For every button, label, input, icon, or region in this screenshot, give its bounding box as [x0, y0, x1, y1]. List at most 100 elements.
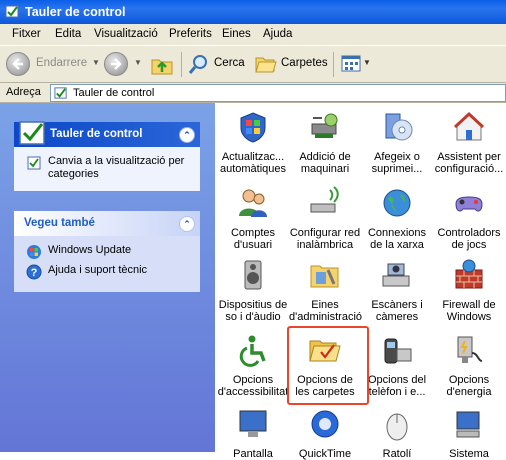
search-icon: [188, 53, 210, 75]
wireless-network-setup-item[interactable]: Configurar red inalàmbrica: [289, 186, 361, 252]
user-accounts-icon: [236, 186, 270, 220]
forward-button[interactable]: [104, 46, 134, 83]
add-remove-programs-item[interactable]: Afegeix o suprimei...: [361, 110, 433, 176]
accessibility-options-item[interactable]: Opcions d'accessibilitat: [217, 333, 289, 399]
add-hardware-item[interactable]: Addició de maquinari: [289, 110, 361, 176]
system-item[interactable]: Sistema: [433, 407, 505, 460]
accessibility-icon: [236, 333, 270, 367]
views-dropdown-icon: ▼: [363, 58, 371, 67]
speaker-icon: [236, 258, 270, 292]
phone-modem-options-item[interactable]: Opcions del telèfon i e...: [361, 333, 433, 399]
item-label: Comptes d'usuari: [217, 227, 289, 252]
mouse-item[interactable]: Ratolí: [361, 407, 433, 460]
control-panel-icon: [54, 86, 68, 100]
game-controllers-item[interactable]: Controladors de jocs: [433, 186, 505, 252]
power-options-icon: [452, 333, 486, 367]
see-also-header[interactable]: Vegeu també ⌃: [14, 211, 200, 236]
quicktime-item[interactable]: QuickTime: [289, 407, 361, 460]
window-title: Tauler de control: [25, 5, 125, 19]
category-view-icon: [26, 155, 42, 171]
menu-tools[interactable]: Eines: [222, 28, 251, 40]
forward-dropdown-icon[interactable]: ▼: [134, 58, 142, 67]
menu-file[interactable]: Fitxer: [12, 28, 41, 40]
admin-tools-icon: [308, 258, 342, 292]
phone-modem-icon: [380, 333, 414, 367]
home-network-icon: [452, 110, 486, 144]
scanner-camera-icon: [380, 258, 414, 292]
back-dropdown-icon[interactable]: ▼: [92, 58, 100, 67]
folders-label: Carpetes: [281, 57, 328, 69]
help-support-text: Ajuda i suport tècnic: [48, 264, 147, 276]
task-panel-header[interactable]: Tauler de control ⌃: [14, 122, 200, 147]
address-bar: Adreça Tauler de control: [0, 83, 506, 103]
scanners-cameras-item[interactable]: Escàners i càmeres: [361, 258, 433, 324]
item-label: Afegeix o suprimei...: [361, 151, 433, 176]
item-label: QuickTime: [289, 448, 361, 460]
svg-text:?: ?: [31, 267, 38, 279]
item-label: Controladors de jocs: [433, 227, 505, 252]
display-item[interactable]: Pantalla: [217, 407, 289, 460]
network-connections-icon: [380, 186, 414, 220]
item-label: Opcions d'energia: [433, 374, 505, 399]
menu-view[interactable]: Visualització: [94, 28, 158, 40]
item-label: Opcions del telèfon i e...: [361, 374, 433, 399]
switch-category-view-link[interactable]: Canvia a la visualització per categories: [24, 155, 192, 181]
search-button[interactable]: Cerca: [186, 46, 246, 83]
firewall-icon: [452, 258, 486, 292]
help-support-link[interactable]: ? Ajuda i suport tècnic: [24, 264, 192, 282]
game-controller-icon: [452, 186, 486, 220]
item-label: Assistent per configuració...: [433, 151, 505, 176]
collapse-icon[interactable]: ⌃: [179, 127, 195, 143]
hardware-add-icon: [308, 110, 342, 144]
see-also-title: Vegeu també: [24, 217, 95, 229]
item-label: Dispositius de so i d'àudio: [217, 299, 289, 324]
task-panel-body: Canvia a la visualització per categories: [14, 147, 200, 191]
folders-button[interactable]: Carpetes: [252, 46, 328, 83]
power-options-item[interactable]: Opcions d'energia: [433, 333, 505, 399]
windows-firewall-item[interactable]: Firewall de Windows: [433, 258, 505, 324]
item-label: Configurar red inalàmbrica: [289, 227, 361, 252]
quicktime-icon: [308, 407, 342, 441]
control-panel-task-panel: Tauler de control ⌃ Canvia a la visualit…: [14, 122, 200, 191]
menu-help[interactable]: Ajuda: [263, 28, 292, 40]
windows-update-link[interactable]: Windows Update: [24, 244, 192, 262]
item-label: Pantalla: [217, 448, 289, 460]
sounds-audio-item[interactable]: Dispositius de so i d'àudio: [217, 258, 289, 324]
help-icon: ?: [26, 264, 42, 280]
user-accounts-item[interactable]: Comptes d'usuari: [217, 186, 289, 252]
item-label: Firewall de Windows: [433, 299, 505, 324]
address-value: Tauler de control: [73, 87, 154, 99]
network-connections-item[interactable]: Connexions de la xarxa: [361, 186, 433, 252]
views-button[interactable]: ▼: [339, 46, 373, 83]
add-remove-programs-icon: [380, 110, 414, 144]
toolbar: Endarrere ▼ ▼ Cerca Carpetes ▼: [0, 46, 506, 83]
views-icon: [341, 54, 361, 74]
task-panel-title: Tauler de control: [50, 128, 142, 140]
switch-category-view-text: Canvia a la visualització per categories: [48, 155, 184, 180]
address-input[interactable]: Tauler de control: [50, 84, 506, 102]
back-button[interactable]: Endarrere: [6, 46, 94, 83]
menu-edit[interactable]: Edita: [55, 28, 81, 40]
search-label: Cerca: [214, 57, 245, 69]
item-label: Opcions d'accessibilitat: [217, 374, 289, 399]
item-label: Sistema: [433, 448, 505, 460]
folders-icon: [254, 53, 278, 75]
selection-highlight: [287, 326, 369, 405]
item-label: Addició de maquinari: [289, 151, 361, 176]
item-label: Eines d'administració: [289, 299, 361, 324]
collapse-icon[interactable]: ⌃: [179, 216, 195, 232]
up-folder-icon[interactable]: [150, 54, 174, 76]
see-also-panel: Vegeu també ⌃ Windows Update ? Ajuda i s…: [14, 211, 200, 292]
item-label: Ratolí: [361, 448, 433, 460]
control-panel-icon: [5, 4, 20, 19]
administrative-tools-item[interactable]: Eines d'administració: [289, 258, 361, 324]
wireless-network-icon: [308, 186, 342, 220]
menu-favorites[interactable]: Preferits: [169, 28, 212, 40]
network-setup-wizard-item[interactable]: Assistent per configuració...: [433, 110, 505, 176]
mouse-icon: [380, 407, 414, 441]
item-label: Connexions de la xarxa: [361, 227, 433, 252]
back-label: Endarrere: [36, 57, 87, 69]
automatic-updates-item[interactable]: Actualitzac... automàtiques: [217, 110, 289, 176]
item-label: Actualitzac... automàtiques: [217, 151, 289, 176]
control-panel-icon: [18, 118, 48, 148]
